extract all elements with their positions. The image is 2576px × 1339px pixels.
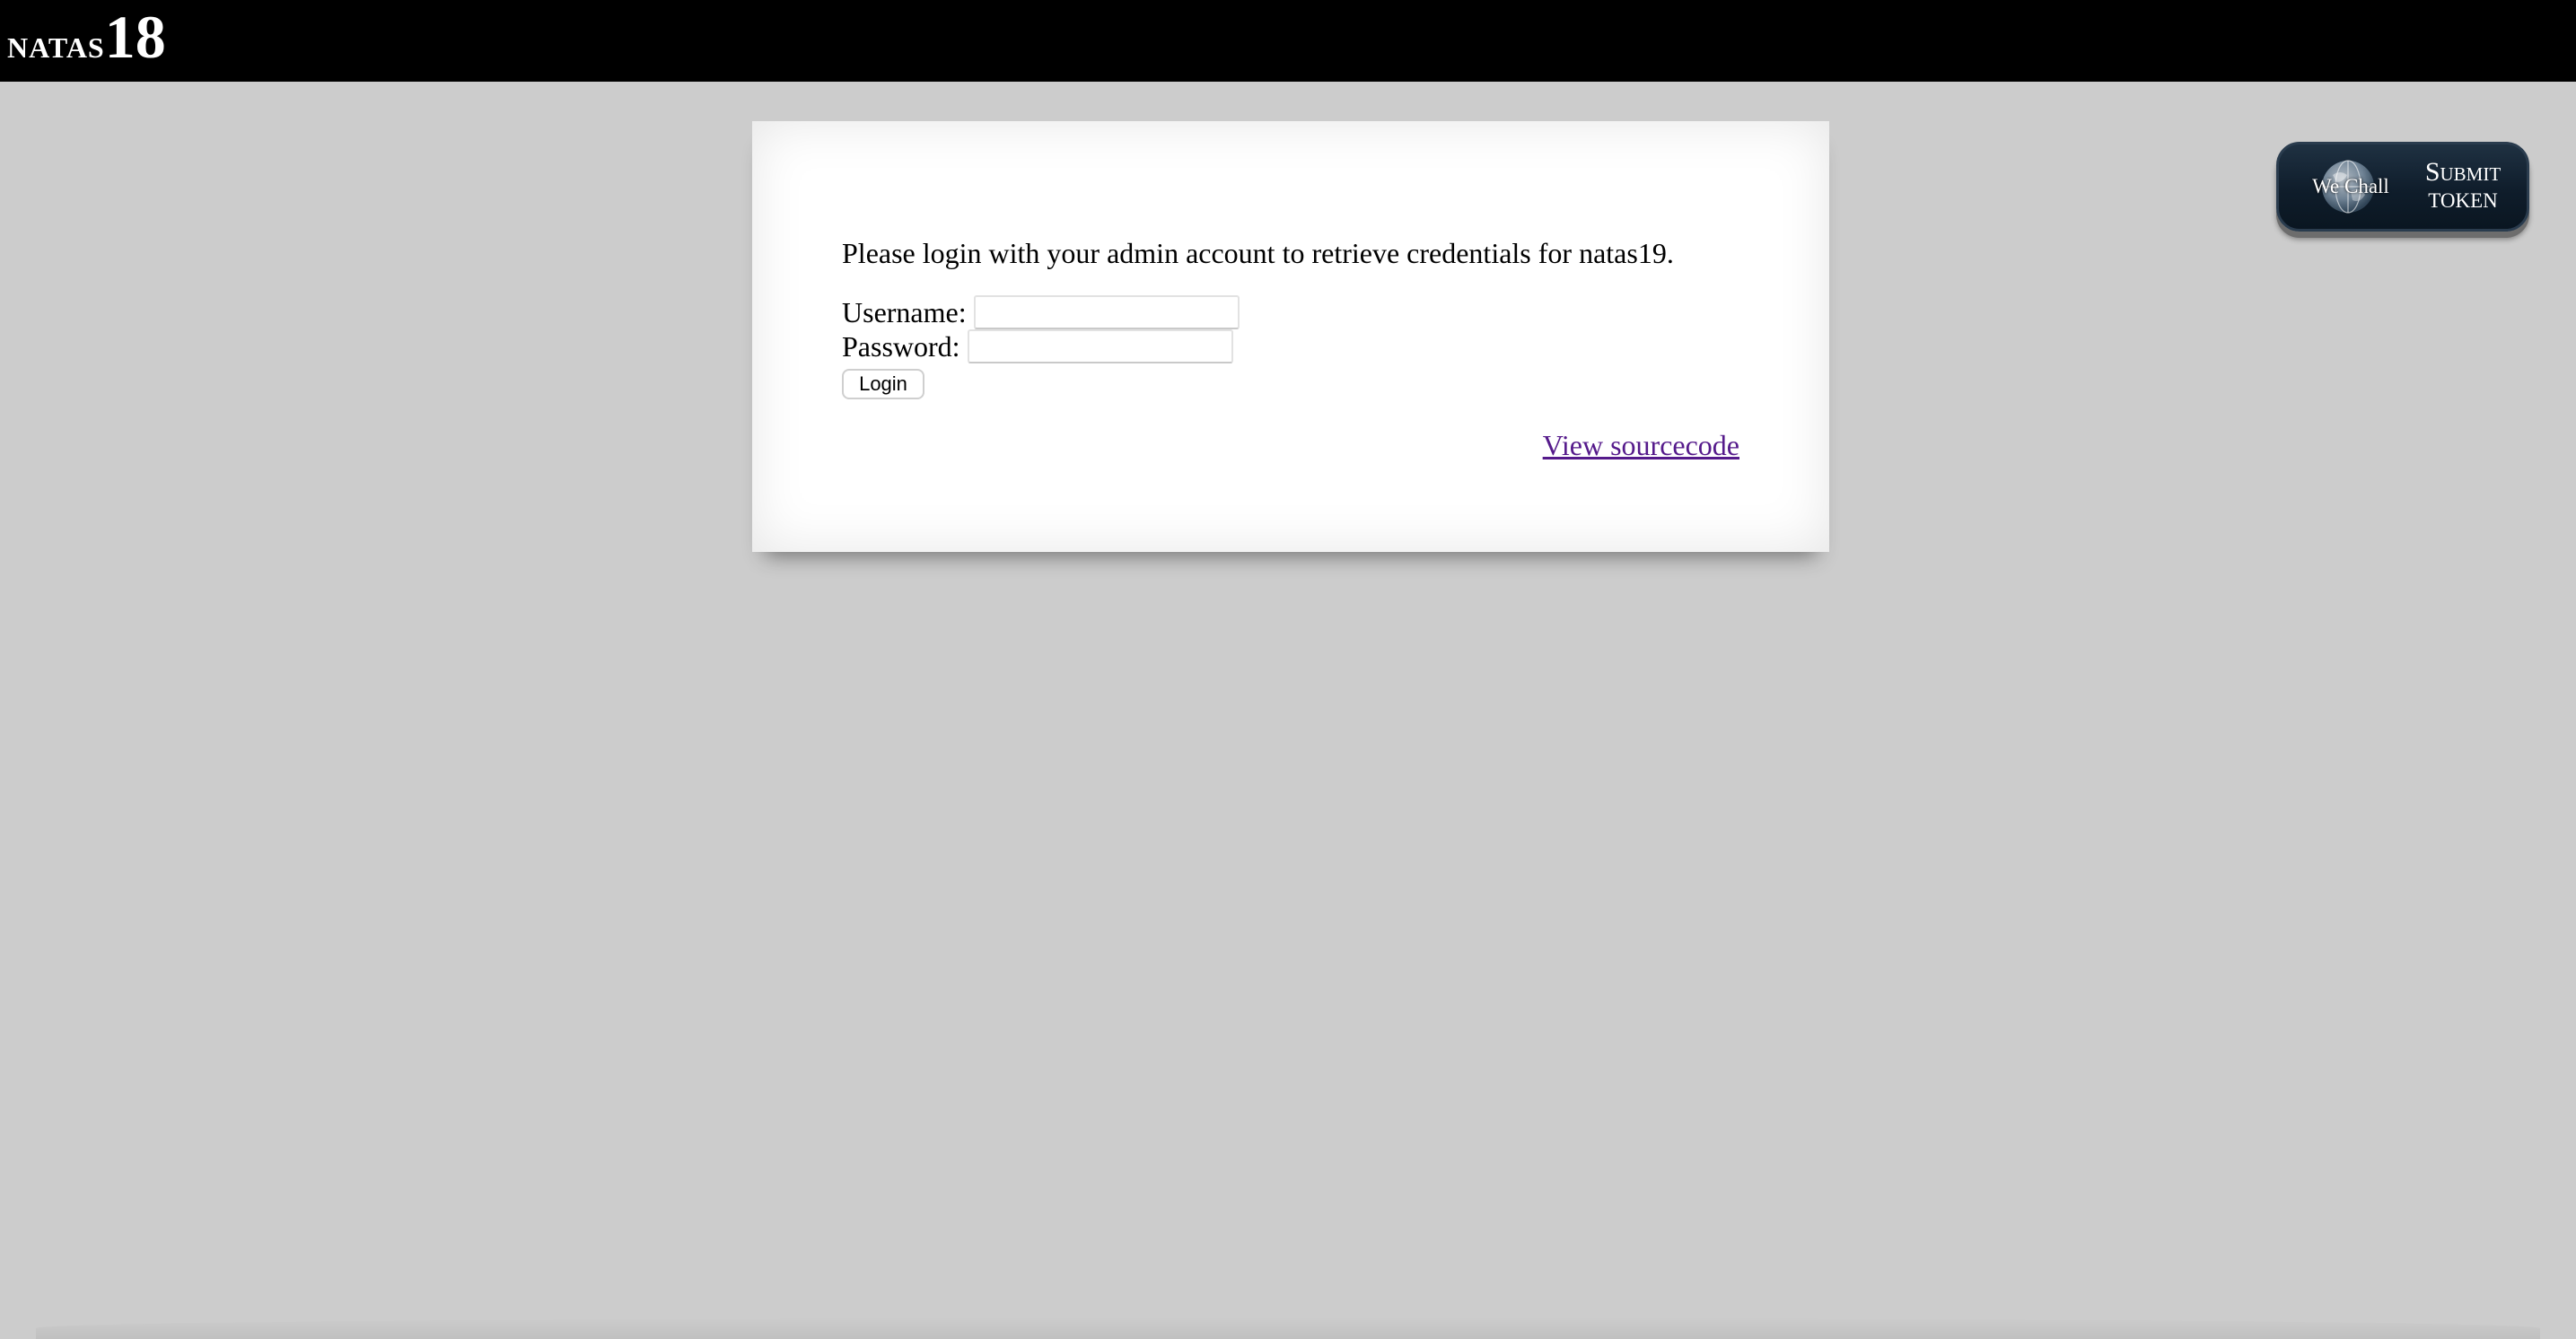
login-button[interactable]: Login <box>842 369 924 399</box>
username-row: Username: <box>842 295 1739 329</box>
password-row: Password: <box>842 329 1739 363</box>
view-sourcecode-link[interactable]: View sourcecode <box>1543 428 1739 462</box>
username-input[interactable] <box>973 295 1240 329</box>
token-label: TOKEN <box>2428 189 2498 212</box>
login-form: Username: Password: Login <box>842 295 1739 399</box>
submit-label: Submit <box>2424 157 2502 187</box>
wechall-submit-token-button[interactable]: We Chall Submit TOKEN <box>2276 142 2529 232</box>
wechall-name: We Chall <box>2312 175 2389 197</box>
password-input[interactable] <box>967 329 1233 363</box>
logo-level-number: 18 <box>104 3 166 71</box>
header-bar: natas18 <box>0 0 2576 82</box>
username-label: Username: <box>842 296 967 328</box>
logo-text: natas <box>7 21 105 66</box>
password-label: Password: <box>842 330 960 363</box>
login-panel: Please login with your admin account to … <box>752 121 1829 552</box>
login-instructions: Please login with your admin account to … <box>842 237 1674 269</box>
site-logo: natas18 <box>7 2 166 73</box>
page-bottom-shadow <box>36 1317 2540 1339</box>
